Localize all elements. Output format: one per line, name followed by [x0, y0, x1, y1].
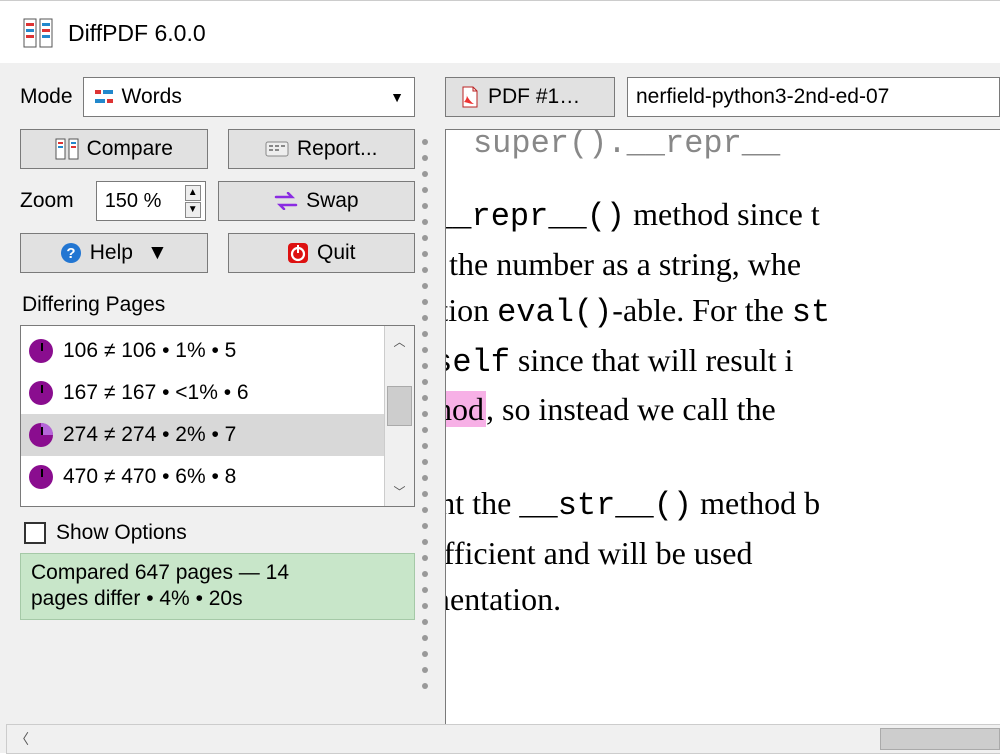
list-item-text: 106 ≠ 106 • 1% • 5 [63, 339, 236, 363]
list-item[interactable]: 106 ≠ 106 • 1% • 5 [21, 330, 384, 372]
app-icon [22, 17, 54, 49]
splitter-grip[interactable] [415, 77, 435, 753]
pdf1-label: PDF #1… [488, 85, 580, 109]
preview-text: super().__repr__ the __repr__() method s… [445, 129, 830, 623]
report-label: Report... [297, 137, 378, 161]
svg-text:?: ? [66, 245, 75, 262]
differing-pages-list: 106 ≠ 106 • 1% • 5 167 ≠ 167 • <1% • 6 274… [20, 325, 415, 507]
show-options-label: Show Options [56, 521, 187, 545]
titlebar: DiffPDF 6.0.0 [0, 1, 1000, 63]
app-window: DiffPDF 6.0.0 Mode Words ▼ [0, 0, 1000, 752]
page-diff-icon [29, 339, 53, 363]
scroll-thumb[interactable] [387, 386, 412, 426]
scroll-down-button[interactable]: ﹀ [385, 476, 414, 506]
pdf1-filename-input[interactable]: nerfield-python3-2nd-ed-07 [627, 77, 1000, 117]
swap-icon [274, 192, 298, 210]
content-area: Mode Words ▼ [0, 63, 1000, 753]
words-mode-icon [94, 87, 114, 107]
report-button[interactable]: Report... [228, 129, 416, 169]
list-item-text: 274 ≠ 274 • 2% • 7 [63, 423, 236, 447]
report-icon [265, 139, 289, 159]
chevron-down-icon: ▼ [147, 241, 168, 265]
status-bar: Compared 647 pages — 14 pages differ • 4… [20, 553, 415, 620]
pdf-icon [460, 86, 480, 108]
pdf1-button[interactable]: PDF #1… [445, 77, 615, 117]
page-diff-icon [29, 423, 53, 447]
hscroll-track[interactable] [439, 725, 1000, 753]
help-label: Help [90, 241, 133, 265]
pdf-preview[interactable]: super().__repr__ the __repr__() method s… [445, 129, 1000, 753]
help-icon: ? [60, 242, 82, 264]
swap-button[interactable]: Swap [218, 181, 415, 221]
compare-icon [55, 138, 79, 160]
list-item[interactable]: 167 ≠ 167 • <1% • 6 [21, 372, 384, 414]
zoom-up-button[interactable]: ▲ [185, 185, 201, 201]
quit-button[interactable]: Quit [228, 233, 416, 273]
help-button[interactable]: ? Help ▼ [20, 233, 208, 273]
pdf1-filename: nerfield-python3-2nd-ed-07 [636, 85, 889, 109]
list-item[interactable]: 274 ≠ 274 • 2% • 7 [21, 414, 384, 456]
list-item-text: 167 ≠ 167 • <1% • 6 [63, 381, 249, 405]
quit-label: Quit [317, 241, 356, 265]
zoom-label: Zoom [20, 189, 74, 213]
zoom-spinner[interactable]: 150 % ▲ ▼ [96, 181, 206, 221]
status-line1: Compared 647 pages — 14 [31, 560, 404, 586]
left-panel: Mode Words ▼ [20, 77, 415, 753]
power-icon [287, 242, 309, 264]
page-diff-icon [29, 465, 53, 489]
list-item[interactable]: 470 ≠ 470 • 6% • 8 [21, 456, 384, 498]
swap-label: Swap [306, 189, 359, 213]
hscroll-thumb[interactable] [880, 728, 1000, 750]
show-options-checkbox[interactable] [24, 522, 46, 544]
page-diff-icon [29, 381, 53, 405]
mode-value: Words [122, 85, 391, 109]
mode-label: Mode [20, 85, 73, 109]
list-vscrollbar[interactable]: ︿ ﹀ [384, 326, 414, 506]
scroll-up-button[interactable]: ︿ [385, 326, 414, 356]
zoom-down-button[interactable]: ▼ [185, 202, 201, 218]
mode-combo[interactable]: Words ▼ [83, 77, 415, 117]
differing-pages-label: Differing Pages [22, 293, 415, 317]
window-title: DiffPDF 6.0.0 [68, 20, 206, 47]
zoom-value: 150 % [105, 190, 181, 213]
compare-label: Compare [87, 137, 173, 161]
right-panel: PDF #1… nerfield-python3-2nd-ed-07 super… [439, 77, 1000, 753]
scroll-track[interactable] [385, 356, 414, 476]
list-item-text: 470 ≠ 470 • 6% • 8 [63, 465, 236, 489]
preview-hscrollbar[interactable]: 〈 [439, 724, 1000, 753]
compare-button[interactable]: Compare [20, 129, 208, 169]
chevron-down-icon: ▼ [390, 89, 404, 105]
status-line2: pages differ • 4% • 20s [31, 586, 404, 612]
